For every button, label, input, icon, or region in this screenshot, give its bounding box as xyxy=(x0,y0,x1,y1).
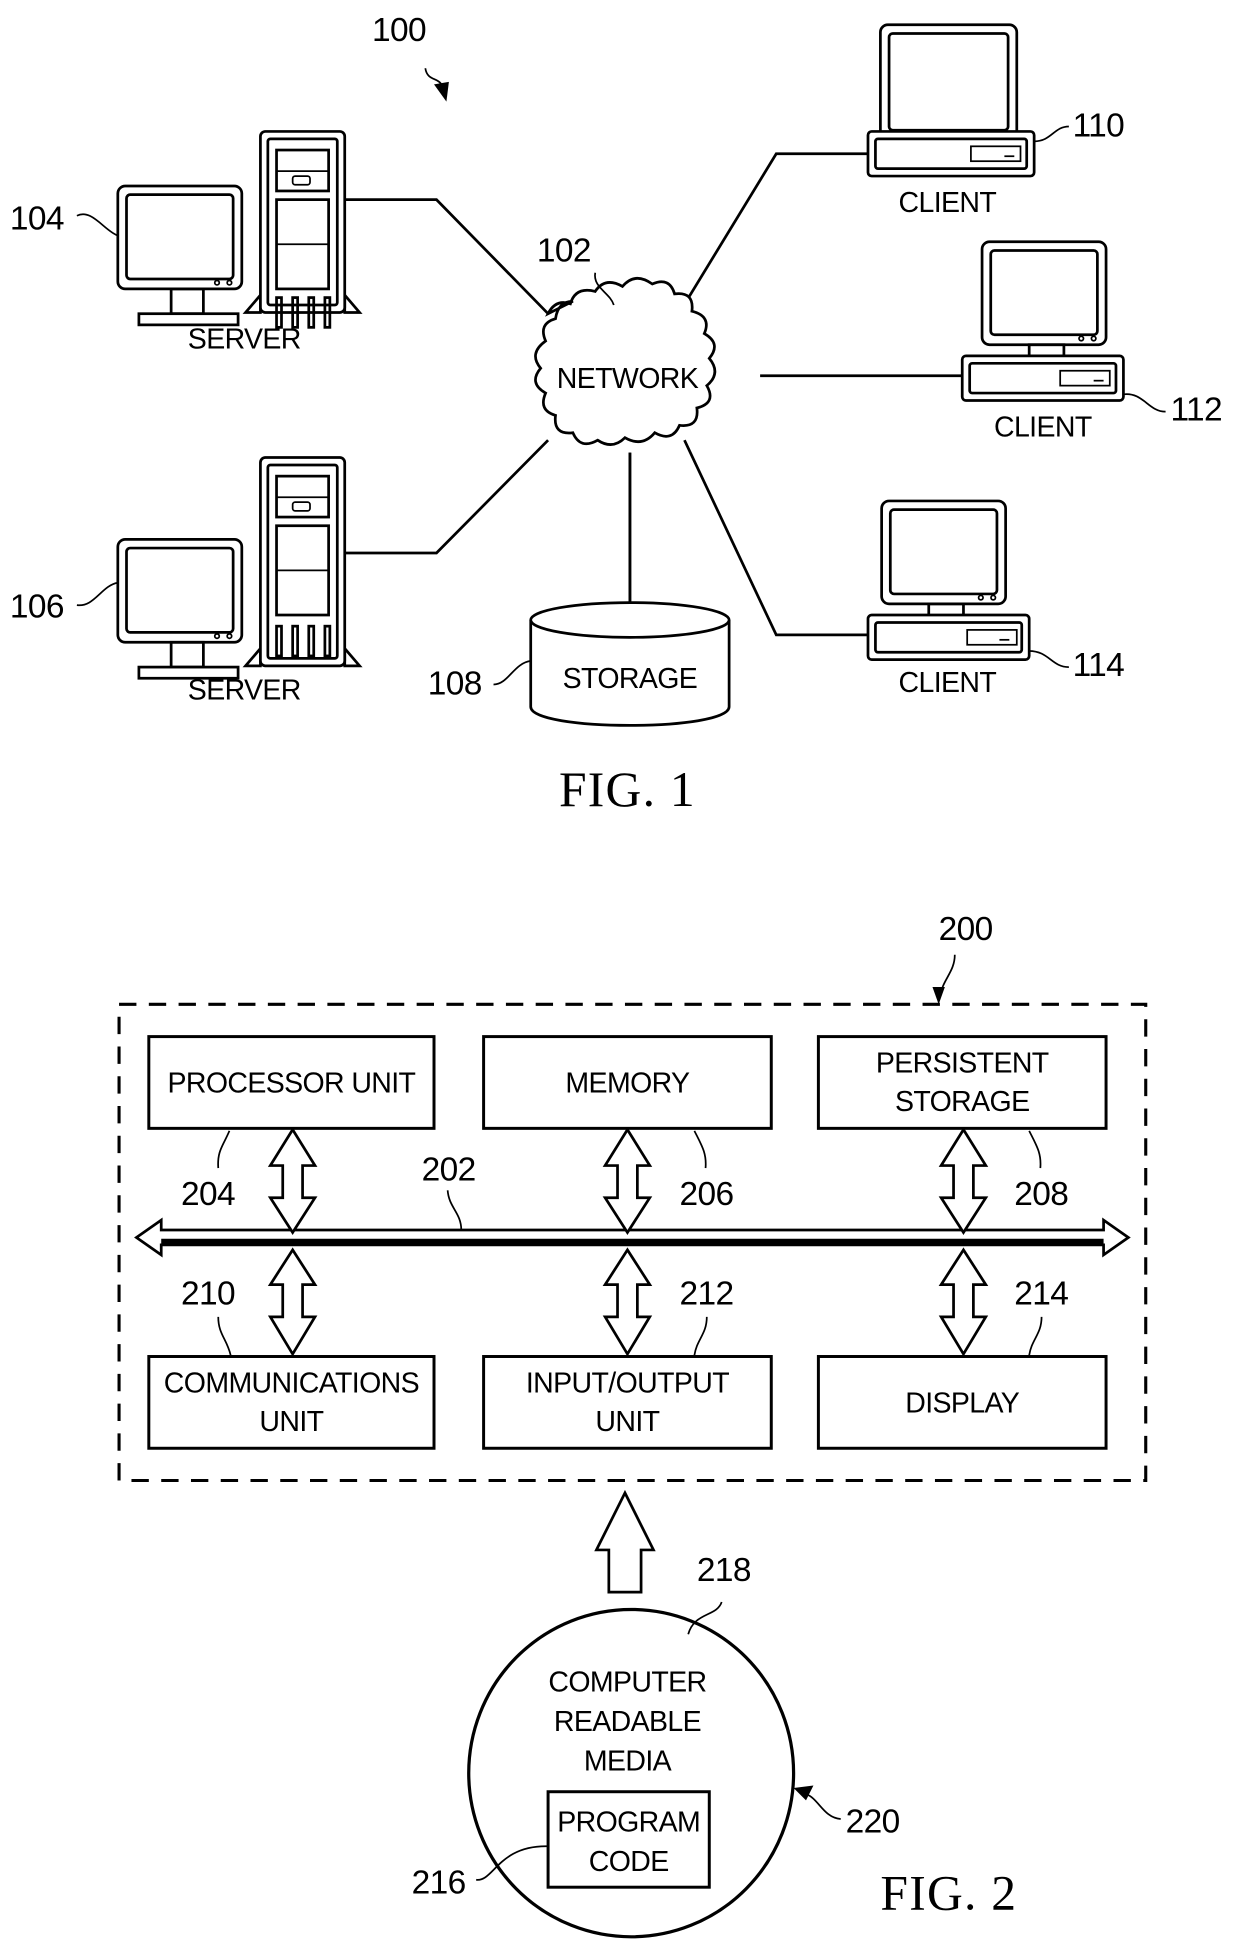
ref-202-leader xyxy=(446,1190,463,1231)
server-104: SERVER xyxy=(116,130,363,355)
ref-212-leader xyxy=(693,1316,708,1356)
ref-106: 106 xyxy=(10,588,64,625)
ref-204: 204 xyxy=(181,1176,235,1213)
ref-102: 102 xyxy=(537,233,591,270)
monitor-icon xyxy=(880,499,1007,621)
monitor-icon xyxy=(980,240,1108,361)
ref-206: 206 xyxy=(680,1176,734,1213)
unit-label-line-1: PERSISTENT xyxy=(876,1048,1049,1080)
unit-label: DISPLAY xyxy=(905,1387,1020,1419)
ref-220: 220 xyxy=(846,1804,900,1841)
desktop-unit-icon xyxy=(866,613,1031,662)
input-output-unit: INPUT/OUTPUT UNIT xyxy=(482,1355,773,1450)
network-cloud: NETWORK xyxy=(534,277,717,446)
ref-114-leader xyxy=(1029,650,1069,668)
program-code: PROGRAM CODE xyxy=(546,1790,711,1889)
unit-label-line-2: UNIT xyxy=(595,1406,659,1438)
link-client-114 xyxy=(683,439,868,637)
ref-100-arrowhead xyxy=(434,81,449,102)
ref-200: 200 xyxy=(939,911,993,948)
ref-104: 104 xyxy=(10,200,64,237)
ref-112-leader xyxy=(1123,393,1166,413)
media-transfer-arrow xyxy=(594,1489,656,1594)
media-label-line-3: MEDIA xyxy=(584,1746,672,1778)
program-code-line-1: PROGRAM xyxy=(557,1806,700,1838)
persistent-storage: PERSISTENT STORAGE xyxy=(816,1035,1108,1130)
arrow-bus-communications xyxy=(267,1247,318,1357)
link-client-110 xyxy=(678,152,868,314)
arrow-bus-io xyxy=(602,1247,653,1357)
ref-208: 208 xyxy=(1014,1176,1068,1213)
ref-112: 112 xyxy=(1171,391,1223,428)
client-label: CLIENT xyxy=(994,411,1092,443)
ref-202: 202 xyxy=(422,1151,476,1188)
desktop-unit-icon xyxy=(866,130,1036,178)
unit-label-line-2: STORAGE xyxy=(895,1086,1030,1118)
computer-readable-media: COMPUTER READABLE MEDIA PROGRAM CODE xyxy=(467,1607,796,1939)
figure-2: 200 202 PROCESSOR UNIT MEMORY PERSISTENT… xyxy=(117,911,1148,1939)
server-label: SERVER xyxy=(188,323,301,355)
storage-label: STORAGE xyxy=(563,663,698,695)
ref-104-leader xyxy=(76,213,119,237)
ref-218: 218 xyxy=(697,1552,751,1589)
monitor-icon xyxy=(116,184,244,327)
ref-106-leader xyxy=(76,581,119,606)
ref-220-leader xyxy=(805,1793,841,1820)
client-114: CLIENT xyxy=(866,499,1031,699)
tower-icon xyxy=(242,456,363,668)
server-label: SERVER xyxy=(188,674,301,706)
unit-label-line-1: INPUT/OUTPUT xyxy=(526,1367,729,1399)
ref-110-leader xyxy=(1034,125,1069,143)
unit-label-line-1: COMMUNICATIONS xyxy=(164,1367,419,1399)
display: DISPLAY xyxy=(816,1355,1108,1450)
ref-100: 100 xyxy=(372,12,426,49)
desktop-unit-icon xyxy=(960,354,1125,402)
ref-220-arrowhead xyxy=(793,1785,814,1801)
arrow-processor-bus xyxy=(267,1127,318,1236)
processor-unit: PROCESSOR UNIT xyxy=(147,1035,436,1130)
ref-114: 114 xyxy=(1073,647,1125,684)
link-server-104 xyxy=(344,198,550,315)
ref-212: 212 xyxy=(680,1275,734,1312)
arrow-storage-bus xyxy=(938,1127,989,1236)
network-label: NETWORK xyxy=(557,363,699,395)
client-label: CLIENT xyxy=(899,667,997,699)
communications-unit: COMMUNICATIONS UNIT xyxy=(147,1355,436,1450)
unit-label: PROCESSOR UNIT xyxy=(167,1067,415,1099)
monitor-icon xyxy=(116,538,244,680)
ref-110: 110 xyxy=(1073,107,1125,144)
ref-216: 216 xyxy=(412,1864,466,1901)
ref-214-leader xyxy=(1028,1316,1043,1356)
ref-108: 108 xyxy=(428,665,482,702)
ref-108-leader xyxy=(493,660,531,686)
arrow-bus-display xyxy=(938,1247,989,1357)
client-112: CLIENT xyxy=(960,240,1125,443)
figure-1: 100 NETWORK 102 SERVER 104 SERVER 106 ST… xyxy=(10,12,1223,817)
arrow-memory-bus xyxy=(602,1127,653,1236)
memory: MEMORY xyxy=(482,1035,773,1130)
ref-214: 214 xyxy=(1014,1275,1068,1312)
ref-204-leader xyxy=(217,1130,231,1169)
patent-drawing-sheet: 100 NETWORK 102 SERVER 104 SERVER 106 ST… xyxy=(10,12,1223,1939)
ref-208-leader xyxy=(1028,1130,1042,1169)
ref-210-leader xyxy=(217,1316,232,1356)
media-label-line-1: COMPUTER xyxy=(548,1666,706,1698)
monitor-icon xyxy=(879,23,1019,142)
tower-icon xyxy=(242,130,363,329)
figure-2-caption: FIG. 2 xyxy=(880,1866,1017,1921)
ref-200-arrowhead xyxy=(932,986,945,1005)
unit-label: MEMORY xyxy=(565,1067,690,1099)
ref-210: 210 xyxy=(181,1275,235,1312)
client-label: CLIENT xyxy=(899,187,997,219)
figure-1-caption: FIG. 1 xyxy=(559,762,696,817)
storage-108: STORAGE xyxy=(529,601,731,727)
client-110: CLIENT xyxy=(866,23,1036,219)
link-server-106 xyxy=(344,439,550,555)
server-106: SERVER xyxy=(116,456,363,706)
ref-206-leader xyxy=(693,1130,707,1169)
program-code-line-2: CODE xyxy=(589,1846,669,1878)
media-label-line-2: READABLE xyxy=(554,1706,701,1738)
unit-label-line-2: UNIT xyxy=(259,1406,323,1438)
